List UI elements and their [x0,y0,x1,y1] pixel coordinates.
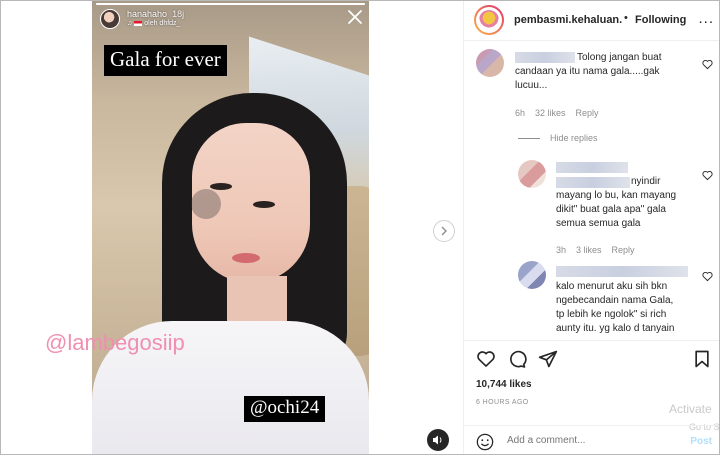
comment-meta: 6h 32 likes Reply [515,108,599,118]
comments-list: Tolong jangan buat candaan ya itu nama g… [464,42,719,340]
like-comment-icon[interactable] [702,170,713,181]
story-image: hanahaho 18j ♫ oleh dhfdz_ Gala for ever … [92,1,369,454]
story-username: hanahaho [127,9,168,19]
account-avatar[interactable] [474,5,504,35]
following-button[interactable]: Following [635,14,686,26]
comment-input[interactable] [507,435,657,446]
like-comment-icon[interactable] [702,59,713,70]
story-sub: oleh dhfdz_ [144,20,181,27]
reply-button[interactable]: Reply [612,245,635,255]
comment-username-redacted[interactable] [556,266,688,277]
post-panel: pembasmi.kehaluan.re • Following ... Tol… [463,1,719,454]
likes-count[interactable]: 10,744 likes [476,379,532,390]
comment-text: kalo menurut aku sih bkn ngebecandain na… [556,281,675,334]
instagram-post-view: hanahaho 18j ♫ oleh dhfdz_ Gala for ever … [0,0,720,455]
comment-text: Tolong jangan buat candaan ya itu nama g… [515,52,662,91]
comment-meta: 3h 3 likes Reply [556,245,635,255]
carousel-dots [220,447,240,451]
story-avatar [100,9,120,29]
audio-toggle-button[interactable] [427,429,449,451]
story-prev-button[interactable] [191,189,221,219]
comment-avatar[interactable] [476,49,504,77]
flag-icon [134,20,143,26]
like-comment-icon[interactable] [702,271,713,282]
more-options-icon[interactable]: ... [698,10,714,27]
story-caption: Gala for ever [104,45,227,76]
next-media-button[interactable] [433,220,455,242]
account-logo [479,10,499,30]
post-time: 6 HOURS AGO [476,399,529,406]
comment-likes[interactable]: 32 likes [535,108,566,118]
save-icon[interactable] [692,349,712,369]
post-actions-bar [464,340,719,376]
reply-button[interactable]: Reply [576,108,599,118]
account-username[interactable]: pembasmi.kehaluan.re [514,14,622,26]
comment-likes[interactable]: 3 likes [576,245,602,255]
comment-avatar[interactable] [518,261,546,289]
add-comment-bar: Post [464,425,719,454]
comment-avatar[interactable] [518,160,546,188]
comment-username-redacted[interactable] [556,162,628,173]
speaker-icon [433,435,442,445]
post-header: pembasmi.kehaluan.re • Following ... [464,1,719,41]
music-icon: ♫ [127,20,133,27]
story-progress-bar [96,3,365,5]
story-username-line: hanahaho 18j [127,9,184,19]
separator-dot: • [624,12,628,24]
story-mention: @ochi24 [244,396,326,422]
windows-activation-text: Activate [669,402,712,416]
emoji-icon[interactable] [476,433,494,451]
close-icon[interactable] [347,9,363,25]
post-comment-button[interactable]: Post [690,436,712,447]
replies-divider [518,138,540,139]
chevron-right-icon [441,226,447,236]
story-time: 18j [172,9,185,19]
hide-replies-button[interactable]: Hide replies [550,133,598,143]
watermark-text: @lambegosiip [45,330,185,355]
share-icon[interactable] [538,349,558,369]
comment-icon[interactable] [507,349,527,369]
media-pane: hanahaho 18j ♫ oleh dhfdz_ Gala for ever … [1,1,463,454]
like-icon[interactable] [476,349,496,369]
story-subline: ♫ oleh dhfdz_ [127,20,180,27]
comment-text: nyindir mayang lo bu, kan mayang dikit" … [556,176,677,229]
